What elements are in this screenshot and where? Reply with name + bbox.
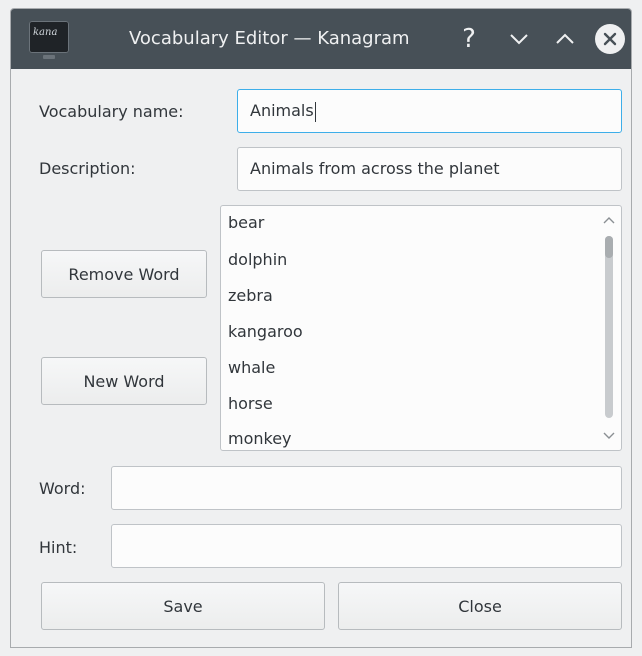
list-item[interactable]: kangaroo: [228, 322, 303, 341]
new-word-button[interactable]: New Word: [41, 357, 207, 405]
title-bar[interactable]: kana Vocabulary Editor — Kanagram ?: [11, 9, 631, 69]
close-button[interactable]: Close: [338, 582, 622, 630]
hint-label: Hint:: [39, 538, 78, 557]
word-input[interactable]: [111, 466, 622, 510]
list-item[interactable]: bear: [228, 213, 264, 232]
list-item[interactable]: monkey: [228, 429, 292, 448]
vocabulary-name-label: Vocabulary name:: [39, 102, 184, 121]
scroll-track[interactable]: [605, 236, 613, 418]
kanagram-app-icon: kana: [29, 21, 69, 59]
vocabulary-name-value: Animals: [250, 101, 314, 120]
list-item[interactable]: zebra: [228, 286, 273, 305]
app-icon-text: kana: [33, 27, 58, 38]
word-label: Word:: [39, 479, 86, 498]
list-item[interactable]: dolphin: [228, 250, 287, 269]
minimize-icon[interactable]: [505, 25, 533, 53]
scroll-up-icon[interactable]: [601, 212, 617, 228]
help-icon[interactable]: ?: [455, 24, 483, 54]
remove-word-button[interactable]: Remove Word: [41, 250, 207, 298]
maximize-icon[interactable]: [551, 25, 579, 53]
close-icon[interactable]: [595, 24, 625, 54]
list-item[interactable]: whale: [228, 358, 275, 377]
vocabulary-name-input[interactable]: Animals: [237, 89, 622, 133]
vocabulary-editor-window: kana Vocabulary Editor — Kanagram ? Voca…: [10, 8, 632, 648]
list-item[interactable]: horse: [228, 394, 273, 413]
window-title: Vocabulary Editor — Kanagram: [129, 28, 410, 49]
description-input[interactable]: Animals from across the planet: [237, 147, 622, 191]
scroll-thumb[interactable]: [605, 236, 613, 258]
save-button[interactable]: Save: [41, 582, 325, 630]
description-label: Description:: [39, 159, 136, 178]
text-caret: [314, 101, 316, 122]
word-list-scrollbar[interactable]: [597, 206, 621, 450]
scroll-down-icon[interactable]: [601, 428, 617, 444]
hint-input[interactable]: [111, 524, 622, 568]
word-list[interactable]: bear dolphin zebra kangaroo whale horse …: [220, 205, 622, 451]
